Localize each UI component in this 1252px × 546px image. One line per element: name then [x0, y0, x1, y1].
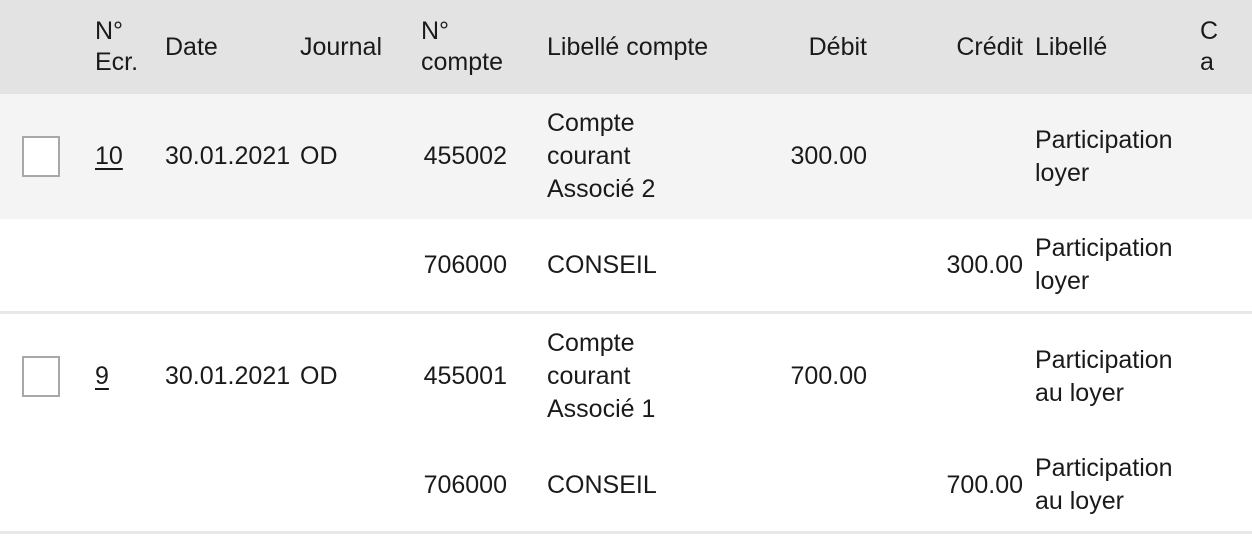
- debit-cell: [767, 439, 880, 534]
- entry-number-cell: [80, 439, 150, 534]
- account-label-cell: Compte courant Associé 2: [527, 94, 767, 219]
- table-header: N° Ecr. Date Journal N° compte Libellé c…: [0, 0, 1252, 94]
- account-label-line: Compte: [547, 109, 635, 137]
- table-row[interactable]: 9 30.01.2021 OD 455001 Compte courant Associé …: [0, 312, 1252, 439]
- column-header-date[interactable]: Date: [150, 0, 300, 94]
- journal-cell: OD: [300, 94, 410, 219]
- debit-cell: 300.00: [767, 94, 880, 219]
- row-select-checkbox[interactable]: [22, 136, 60, 177]
- label-line: au loyer: [1035, 378, 1124, 407]
- column-header-select[interactable]: [0, 0, 80, 94]
- credit-cell: [880, 312, 1035, 439]
- account-label-line: Compte: [547, 329, 635, 357]
- label-cell: Participation au loyer: [1035, 312, 1200, 439]
- entry-number-cell: [80, 219, 150, 314]
- column-header-entry-number-line1: N°: [95, 17, 124, 45]
- credit-cell: 300.00: [880, 219, 1035, 314]
- row-select-cell[interactable]: [0, 312, 80, 439]
- accounting-entries-table: N° Ecr. Date Journal N° compte Libellé c…: [0, 0, 1252, 534]
- label-line: Participation: [1035, 125, 1173, 154]
- column-header-entry-number-line2: Ecr.: [95, 48, 139, 76]
- date-cell: 30.01.2021: [150, 94, 300, 219]
- credit-cell: 700.00: [880, 439, 1035, 534]
- table-body: 10 30.01.2021 OD 455002 Compte courant Associé…: [0, 94, 1252, 534]
- account-label-line: courant: [547, 362, 631, 390]
- journal-cell: [300, 439, 410, 534]
- account-label-line: Associé 1: [547, 395, 656, 423]
- clipped-cell: [1200, 439, 1252, 534]
- account-label-cell: Compte courant Associé 1: [527, 312, 767, 439]
- label-line: au loyer: [1035, 487, 1124, 515]
- clipped-cell: [1200, 94, 1252, 219]
- clipped-cell: [1200, 219, 1252, 314]
- row-select-cell: [0, 219, 80, 314]
- label-line: Participation: [1035, 345, 1173, 374]
- clipped-cell: [1200, 312, 1252, 439]
- row-select-cell[interactable]: [0, 94, 80, 219]
- debit-cell: [767, 219, 880, 314]
- column-header-credit[interactable]: Crédit: [880, 0, 1035, 94]
- column-header-clipped[interactable]: C a: [1200, 0, 1252, 94]
- entry-number-link[interactable]: 9: [95, 362, 109, 390]
- account-number-cell: 706000: [410, 439, 527, 534]
- label-line: loyer: [1035, 158, 1090, 187]
- label-line: loyer: [1035, 267, 1090, 295]
- column-header-account-number-line2: compte: [421, 48, 503, 76]
- column-header-account-label[interactable]: Libellé compte: [527, 0, 767, 94]
- column-header-clipped-line2: a: [1200, 48, 1214, 76]
- account-label-cell: CONSEIL: [527, 439, 767, 534]
- label-cell: Participation au loyer: [1035, 439, 1200, 534]
- date-cell: [150, 439, 300, 534]
- account-label-line: CONSEIL: [547, 470, 657, 499]
- journal-cell: OD: [300, 312, 410, 439]
- column-header-account-number-line1: N°: [421, 17, 450, 45]
- column-header-label[interactable]: Libellé: [1035, 0, 1200, 94]
- account-number-cell: 455001: [410, 312, 527, 439]
- column-header-clipped-line1: C: [1200, 17, 1219, 45]
- account-label-line: Associé 2: [547, 175, 656, 203]
- label-cell: Participation loyer: [1035, 219, 1200, 314]
- credit-cell: [880, 94, 1035, 219]
- debit-cell: 700.00: [767, 312, 880, 439]
- account-label-line: CONSEIL: [547, 250, 657, 279]
- account-number-cell: 455002: [410, 94, 527, 219]
- table-row[interactable]: 10 30.01.2021 OD 455002 Compte courant Associé…: [0, 94, 1252, 219]
- table-row[interactable]: 706000 CONSEIL 700.00 Participation au loyer: [0, 439, 1252, 534]
- column-header-account-number[interactable]: N° compte: [410, 0, 527, 94]
- label-line: Participation: [1035, 234, 1173, 262]
- date-cell: 30.01.2021: [150, 312, 300, 439]
- account-label-line: courant: [547, 142, 631, 170]
- date-cell: [150, 219, 300, 314]
- entry-number-cell[interactable]: 9: [80, 312, 150, 439]
- entry-number-link[interactable]: 10: [95, 142, 123, 170]
- account-number-cell: 706000: [410, 219, 527, 314]
- row-select-cell: [0, 439, 80, 534]
- column-header-journal[interactable]: Journal: [300, 0, 410, 94]
- table-row[interactable]: 706000 CONSEIL 300.00 Participation loyer: [0, 219, 1252, 314]
- account-label-cell: CONSEIL: [527, 219, 767, 314]
- entry-number-cell[interactable]: 10: [80, 94, 150, 219]
- label-line: Participation: [1035, 454, 1173, 482]
- journal-cell: [300, 219, 410, 314]
- label-cell: Participation loyer: [1035, 94, 1200, 219]
- row-select-checkbox[interactable]: [22, 356, 60, 397]
- table-header-row: N° Ecr. Date Journal N° compte Libellé c…: [0, 0, 1252, 94]
- column-header-debit[interactable]: Débit: [767, 0, 880, 94]
- column-header-entry-number[interactable]: N° Ecr.: [80, 0, 150, 94]
